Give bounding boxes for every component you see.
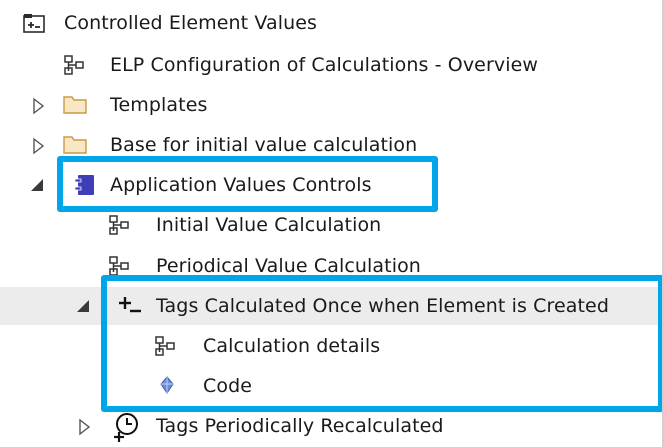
tree-item-label: Calculation details xyxy=(203,335,381,357)
tree-item-label: Tags Calculated Once when Element is Cre… xyxy=(156,295,609,317)
tree-item-tags-periodically-recalculated[interactable]: Tags Periodically Recalculated xyxy=(0,407,664,445)
tree-item-templates[interactable]: Templates xyxy=(0,86,664,124)
code-gem-icon xyxy=(159,375,181,397)
diagram-icon xyxy=(63,54,85,76)
component-icon xyxy=(74,174,96,196)
folder-icon xyxy=(63,93,87,115)
package-folder-icon xyxy=(23,12,45,34)
diagram-icon xyxy=(108,255,130,277)
expand-arrow-icon[interactable] xyxy=(32,137,46,155)
expand-arrow-icon[interactable] xyxy=(78,418,92,436)
tree-item-application-values-controls[interactable]: Application Values Controls xyxy=(0,166,664,204)
tree-item-label: Templates xyxy=(110,94,208,116)
tree-item-calculation-details[interactable]: Calculation details xyxy=(0,327,664,365)
expand-arrow-icon[interactable] xyxy=(32,97,46,115)
tree-item-code[interactable]: Code xyxy=(0,367,664,405)
tree-item-label: Base for initial value calculation xyxy=(110,134,418,156)
timer-event-icon xyxy=(112,412,138,442)
tree-item-label: Controlled Element Values xyxy=(64,12,318,34)
folder-icon xyxy=(63,133,87,155)
tree-item-label: Application Values Controls xyxy=(110,174,372,196)
diagram-icon xyxy=(154,335,176,357)
plus-activity-icon xyxy=(118,295,141,317)
tree-item-label: Code xyxy=(203,375,253,397)
tree-item-label: Initial Value Calculation xyxy=(156,214,382,236)
tree-item-tags-calculated-once[interactable]: Tags Calculated Once when Element is Cre… xyxy=(0,287,664,325)
tree-item-label: ELP Configuration of Calculations - Over… xyxy=(110,54,539,76)
tree-item-periodical-value-calculation[interactable]: Periodical Value Calculation xyxy=(0,247,664,285)
diagram-icon xyxy=(108,214,130,236)
tree-item-base-initial[interactable]: Base for initial value calculation xyxy=(0,126,664,164)
collapse-arrow-icon[interactable] xyxy=(30,178,44,196)
tree-item-initial-value-calculation[interactable]: Initial Value Calculation xyxy=(0,206,664,244)
collapse-arrow-icon[interactable] xyxy=(76,299,90,317)
tree-item-elp-overview[interactable]: ELP Configuration of Calculations - Over… xyxy=(0,46,664,84)
tree-item-label: Tags Periodically Recalculated xyxy=(156,415,444,437)
tree-root[interactable]: Controlled Element Values xyxy=(0,4,664,42)
tree-item-label: Periodical Value Calculation xyxy=(156,255,421,277)
